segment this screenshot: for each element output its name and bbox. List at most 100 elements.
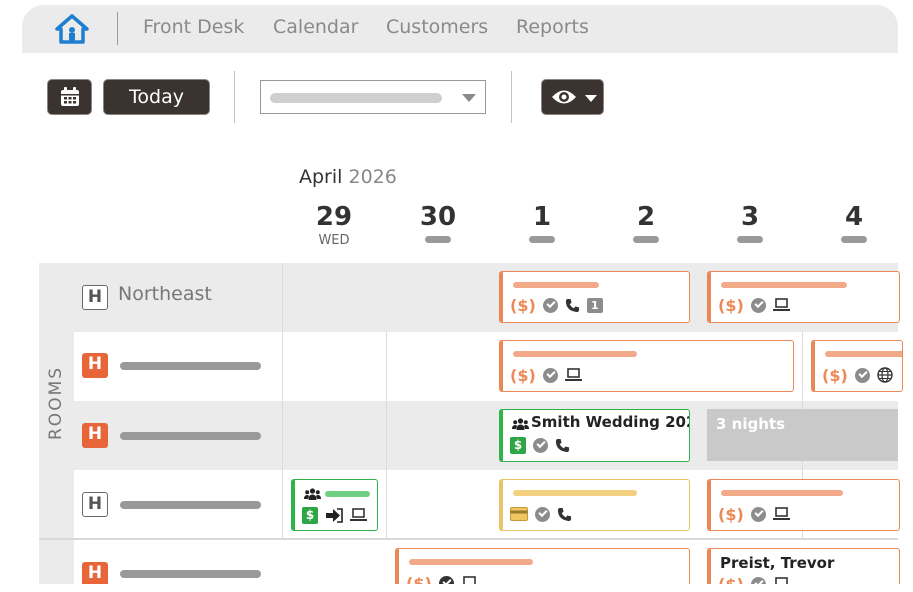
nav-divider xyxy=(117,12,118,45)
balance-due-label: ($) xyxy=(718,504,744,524)
calendar-icon xyxy=(61,87,79,106)
phone-icon xyxy=(555,438,570,452)
guest-name-placeholder xyxy=(409,559,533,565)
grid-line xyxy=(282,263,283,539)
check-circle-icon xyxy=(542,297,558,313)
balance-due-label: ($) xyxy=(510,365,536,385)
blocked-stay-bar[interactable]: 3 nights xyxy=(707,409,898,461)
guest-name-placeholder xyxy=(513,490,637,496)
laptop-icon xyxy=(564,368,582,381)
nights-label: 3 nights xyxy=(716,415,785,433)
room-label-placeholder xyxy=(120,362,261,370)
phone-icon xyxy=(557,507,572,521)
card-status-icons xyxy=(510,504,572,524)
day-number[interactable]: 3 xyxy=(720,202,780,232)
check-circle-icon xyxy=(533,437,548,453)
guest-name-placeholder xyxy=(825,351,902,357)
room-label-placeholder xyxy=(120,432,261,440)
day-of-week-placeholder xyxy=(529,236,555,243)
group-users-icon xyxy=(512,418,529,430)
toolbar-divider xyxy=(511,71,512,123)
card-status-icons: ($) 1 xyxy=(510,295,603,315)
guest-name-placeholder xyxy=(721,282,847,288)
year: 2026 xyxy=(348,166,397,188)
card-status-icons: ($) xyxy=(718,504,790,524)
check-circle-icon xyxy=(854,367,870,383)
page: Front Desk Calendar Customers Reports To… xyxy=(0,0,913,592)
check-circle-icon xyxy=(750,506,766,522)
credit-card-icon xyxy=(510,507,528,521)
today-button[interactable]: Today xyxy=(103,79,210,115)
day-number[interactable]: 4 xyxy=(824,202,884,232)
balance-due-label: ($) xyxy=(510,295,536,315)
card-status-icons: $ xyxy=(510,435,570,455)
day-number[interactable]: 29 xyxy=(304,202,364,232)
room-label-placeholder xyxy=(120,501,261,509)
reservation-card[interactable]: ($) 1 xyxy=(499,271,690,323)
check-circle-icon xyxy=(535,506,550,522)
room-type-badge: H xyxy=(82,423,108,448)
guest-name-placeholder xyxy=(513,351,637,357)
phone-icon xyxy=(565,298,579,312)
group-reservation-card[interactable]: $ xyxy=(291,479,378,531)
filter-select[interactable] xyxy=(260,80,486,114)
laptop-icon xyxy=(772,507,790,520)
home-logo-icon[interactable] xyxy=(55,14,89,44)
reservation-card[interactable]: ($) xyxy=(811,340,903,392)
day-of-week-placeholder xyxy=(425,236,451,243)
day-of-week: WED xyxy=(318,233,350,248)
day-number[interactable]: 2 xyxy=(616,202,676,232)
day-of-week-placeholder xyxy=(737,236,763,243)
day-of-week-placeholder xyxy=(841,236,867,243)
view-options-button[interactable] xyxy=(541,79,604,115)
room-type-badge: H xyxy=(82,353,108,378)
chevron-down-icon xyxy=(585,95,597,102)
guest-name: Preist, Trevor xyxy=(720,554,835,572)
nav-item-front-desk[interactable]: Front Desk xyxy=(143,16,244,38)
room-label: Northeast xyxy=(118,283,212,305)
grid-line xyxy=(386,332,387,539)
page-bottom-edge xyxy=(0,584,913,592)
nav-item-customers[interactable]: Customers xyxy=(386,16,488,38)
day-number[interactable]: 30 xyxy=(408,202,468,232)
card-status-icons: ($) xyxy=(510,365,582,385)
rooms-group-column xyxy=(39,540,74,584)
select-placeholder-bar xyxy=(270,93,442,103)
notes-count-badge: 1 xyxy=(586,297,603,313)
month-name: April xyxy=(299,166,343,188)
nav-item-calendar[interactable]: Calendar xyxy=(273,16,358,38)
room-type-badge: H xyxy=(82,285,108,310)
balance-due-label: ($) xyxy=(822,365,848,385)
balance-due-label: ($) xyxy=(718,295,744,315)
card-status-icons: ($) xyxy=(822,365,893,385)
card-status-icons: ($) xyxy=(718,295,790,315)
reservation-card[interactable]: ($) xyxy=(707,271,900,323)
reservation-card[interactable]: ($) xyxy=(707,479,900,531)
reservation-card[interactable] xyxy=(499,479,690,531)
group-reservation-card[interactable]: Smith Wedding 2025 $ xyxy=(499,409,690,462)
room-label-placeholder xyxy=(120,570,261,578)
date-picker-button[interactable] xyxy=(47,79,92,115)
room-name-cell[interactable]: H xyxy=(74,401,283,470)
laptop-icon xyxy=(772,298,790,311)
reservation-title: Smith Wedding 2025 xyxy=(531,413,690,431)
guest-name-placeholder xyxy=(721,490,843,496)
toolbar-divider xyxy=(234,71,235,123)
guest-name-placeholder xyxy=(513,282,599,288)
month-label: April 2026 xyxy=(299,166,397,188)
chevron-down-icon xyxy=(462,94,476,102)
room-type-badge: H xyxy=(82,492,108,517)
nav-item-reports[interactable]: Reports xyxy=(516,16,589,38)
day-number[interactable]: 1 xyxy=(512,202,572,232)
globe-icon xyxy=(877,367,893,383)
room-name-cell[interactable]: H Northeast xyxy=(74,263,283,332)
room-name-cell[interactable]: H xyxy=(74,470,283,539)
paid-status-badge: $ xyxy=(510,436,526,454)
top-nav: Front Desk Calendar Customers Reports xyxy=(22,5,898,53)
card-status-icons: $ xyxy=(302,505,367,525)
paid-status-badge: $ xyxy=(302,506,318,524)
check-out-icon xyxy=(326,507,343,523)
guest-name-placeholder xyxy=(325,491,370,497)
reservation-card[interactable]: ($) xyxy=(499,340,794,392)
room-name-cell[interactable]: H xyxy=(74,332,283,401)
